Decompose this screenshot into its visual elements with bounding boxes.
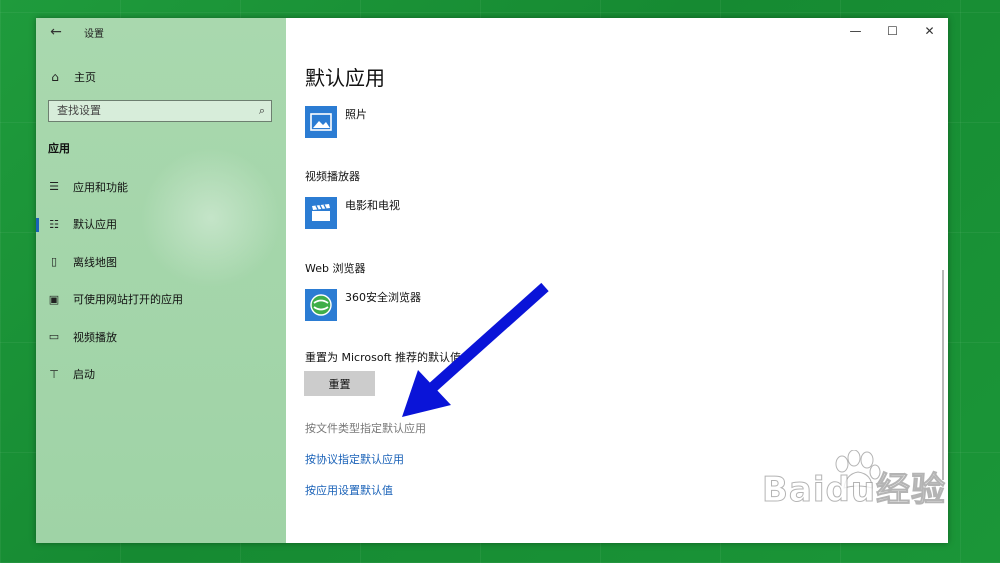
title-bar: ← 设置 — [36, 18, 286, 48]
video-app-entry[interactable]: 电影和电视 — [305, 197, 400, 229]
nav-home-label: 主页 — [74, 71, 96, 84]
minimize-icon[interactable]: — — [837, 18, 874, 44]
video-app-name: 电影和电视 — [345, 199, 400, 212]
sidebar-item-video-playback[interactable]: ▭ 视频播放 — [36, 318, 286, 356]
sidebar-item-apps-features[interactable]: ☰ 应用和功能 — [36, 168, 286, 206]
search-icon[interactable]: ⌕ — [259, 104, 265, 118]
sidebar: ← 设置 ⌂ 主页 ⌕ 应用 ☰ 应用和功能 ☷ 默认应用 ▯ 离线地图 — [36, 18, 286, 543]
web-app-entry[interactable]: 360安全浏览器 — [305, 289, 421, 321]
reset-button[interactable]: 重置 — [304, 371, 375, 396]
window-controls: — ☐ ✕ — [837, 18, 948, 46]
photos-icon — [305, 106, 337, 138]
sidebar-item-startup[interactable]: ⊤ 启动 — [36, 356, 286, 394]
offline-maps-icon: ▯ — [50, 255, 58, 269]
sidebar-item-apps-for-websites[interactable]: ▣ 可使用网站打开的应用 — [36, 281, 286, 319]
baidu-watermark: Baidu经验 jingyan.baidu.com — [761, 450, 952, 544]
sidebar-item-label: 启动 — [73, 368, 95, 382]
watermark-url: jingyan.baidu.com — [794, 514, 905, 528]
section-heading: 应用 — [48, 142, 70, 155]
page-title: 默认应用 — [305, 66, 385, 90]
nav-home[interactable]: ⌂ 主页 — [46, 66, 276, 88]
close-icon[interactable]: ✕ — [911, 18, 948, 44]
home-icon: ⌂ — [51, 70, 59, 84]
sidebar-item-label: 离线地图 — [73, 255, 117, 269]
link-by-protocol[interactable]: 按协议指定默认应用 — [305, 451, 404, 467]
apps-for-websites-icon: ▣ — [48, 292, 60, 306]
photo-app-entry[interactable]: 照片 — [305, 106, 367, 138]
movies-tv-icon — [305, 197, 337, 229]
watermark-brand: Baidu经验 — [761, 470, 947, 511]
reset-label: 重置为 Microsoft 推荐的默认值 — [305, 351, 462, 364]
app-title: 设置 — [84, 29, 104, 40]
startup-icon: ⊤ — [49, 367, 59, 381]
nav-list: ☰ 应用和功能 ☷ 默认应用 ▯ 离线地图 ▣ 可使用网站打开的应用 ▭ 视频播… — [36, 168, 286, 393]
default-apps-icon: ☷ — [49, 217, 59, 231]
sidebar-item-label: 应用和功能 — [73, 180, 128, 194]
photo-app-name: 照片 — [345, 108, 367, 121]
link-by-app[interactable]: 按应用设置默认值 — [305, 482, 393, 498]
back-arrow-icon[interactable]: ← — [46, 22, 66, 42]
web-browser-label: Web 浏览器 — [305, 262, 366, 275]
search-box[interactable]: ⌕ — [48, 100, 272, 122]
apps-features-icon: ☰ — [49, 180, 59, 194]
sidebar-item-label: 默认应用 — [73, 218, 117, 232]
web-app-name: 360安全浏览器 — [345, 291, 421, 304]
video-player-label: 视频播放器 — [305, 170, 360, 183]
search-input[interactable] — [57, 104, 237, 117]
sidebar-item-label: 可使用网站打开的应用 — [73, 293, 183, 307]
scrollbar[interactable] — [942, 270, 944, 480]
sidebar-item-default-apps[interactable]: ☷ 默认应用 — [36, 206, 286, 244]
sidebar-item-label: 视频播放 — [73, 330, 117, 344]
sidebar-item-offline-maps[interactable]: ▯ 离线地图 — [36, 243, 286, 281]
maximize-icon[interactable]: ☐ — [874, 18, 911, 44]
link-by-file-type[interactable]: 按文件类型指定默认应用 — [305, 420, 426, 436]
browser-360-icon — [305, 289, 337, 321]
video-playback-icon: ▭ — [48, 330, 60, 344]
